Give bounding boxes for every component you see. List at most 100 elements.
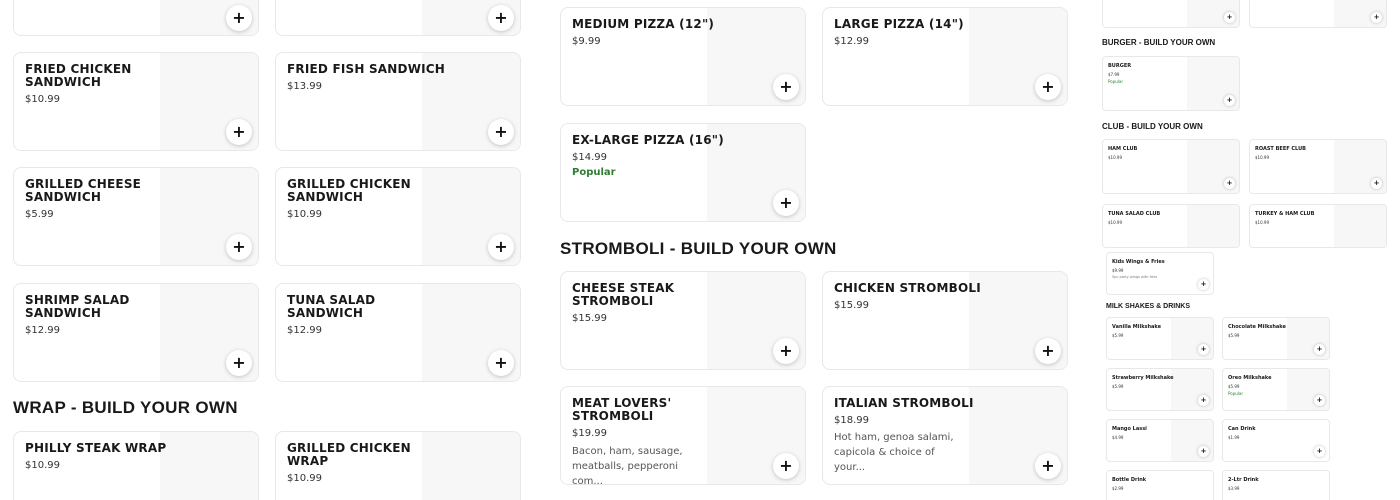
menu-card[interactable]: EX-LARGE PIZZA (16") $14.99 Popular + [560, 123, 806, 222]
menu-card[interactable]: Oreo Milkshake $5.99 Popular + [1222, 368, 1330, 411]
menu-card[interactable]: 2-Ltr Drink $3.99 [1222, 470, 1330, 500]
item-price: $15.99 [572, 313, 607, 324]
item-price: $12.99 [834, 36, 869, 47]
menu-card[interactable]: SHRIMP SALAD SANDWICH $12.99 + [13, 283, 259, 382]
add-item-button[interactable]: + [1198, 344, 1209, 355]
menu-card[interactable]: + [275, 0, 521, 36]
menu-card[interactable]: MEAT LOVERS' STROMBOLI $19.99 Bacon, ham… [560, 386, 806, 485]
item-price: $9.99 [572, 36, 601, 47]
item-price: $5.99 [1228, 333, 1240, 338]
menu-card[interactable]: GRILLED CHICKEN WRAP $10.99 [275, 431, 521, 500]
menu-card[interactable]: TUNA SALAD SANDWICH $12.99 + [275, 283, 521, 382]
menu-card[interactable]: GRILLED CHEESE SANDWICH $5.99 + [13, 167, 259, 266]
item-description: Hot ham, genoa salami, capicola & choice… [834, 432, 954, 473]
add-item-button[interactable]: + [1314, 395, 1325, 406]
menu-card[interactable]: BURGER $7.99 Popular + [1102, 56, 1240, 111]
add-item-button[interactable]: + [226, 5, 252, 31]
menu-card[interactable]: TUNA SALAD CLUB $10.99 [1102, 204, 1240, 248]
add-item-button[interactable]: + [1198, 395, 1209, 406]
section-heading-burger: BURGER - BUILD YOUR OWN [1102, 38, 1216, 47]
add-item-button[interactable]: + [773, 74, 799, 100]
add-item-button[interactable]: + [1035, 338, 1061, 364]
item-image [1187, 205, 1239, 247]
item-name: Chocolate Milkshake [1228, 324, 1286, 330]
item-price: $5.99 [1112, 333, 1124, 338]
menu-card[interactable]: Kids Wings & Fries $9.99 5pc party wings… [1106, 252, 1214, 295]
item-price: $1.99 [1228, 435, 1240, 440]
item-name: GRILLED CHICKEN WRAP [287, 441, 411, 468]
add-item-button[interactable]: + [1035, 74, 1061, 100]
add-item-button[interactable]: + [488, 350, 514, 376]
item-name: Mango Lassi [1112, 426, 1147, 432]
menu-card[interactable]: Bottle Drink $2.99 [1106, 470, 1214, 500]
item-name: TUNA SALAD CLUB [1108, 211, 1161, 217]
item-name: 2-Ltr Drink [1228, 477, 1259, 483]
section-heading-wrap: WRAP - BUILD YOUR OWN [13, 398, 238, 417]
menu-card[interactable]: GRILLED CHICKEN SANDWICH $10.99 + [275, 167, 521, 266]
item-name: Oreo Milkshake [1228, 375, 1272, 381]
add-item-button[interactable]: + [1314, 344, 1325, 355]
add-item-button[interactable]: + [488, 234, 514, 260]
menu-card[interactable]: FRIED FISH SANDWICH $13.99 + [275, 52, 521, 151]
item-price: $12.99 [25, 325, 60, 336]
menu-card[interactable]: ROAST BEEF CLUB $10.99 + [1249, 139, 1387, 194]
item-name: ROAST BEEF CLUB [1255, 146, 1306, 152]
item-name: Vanilla Milkshake [1112, 324, 1162, 330]
add-item-button[interactable]: + [1314, 446, 1325, 457]
menu-card[interactable]: Can Drink $1.99 + [1222, 419, 1330, 462]
menu-card[interactable]: Mango Lassi $4.99 + [1106, 419, 1214, 462]
menu-card[interactable]: FRIED CHICKEN SANDWICH $10.99 + [13, 52, 259, 151]
item-name: SHRIMP SALAD SANDWICH [25, 293, 130, 320]
menu-card[interactable]: + [13, 0, 259, 36]
add-item-button[interactable]: + [226, 234, 252, 260]
menu-card[interactable]: LARGE PIZZA (14") $12.99 + [822, 7, 1068, 106]
menu-card[interactable]: TURKEY & HAM CLUB $10.99 [1249, 204, 1387, 248]
item-name: TURKEY & HAM CLUB [1255, 211, 1315, 217]
menu-card[interactable]: ITALIAN STROMBOLI $18.99 Hot ham, genoa … [822, 386, 1068, 485]
menu-card[interactable]: CHEESE STEAK STROMBOLI $15.99 + [560, 271, 806, 370]
menu-card[interactable]: + [1102, 0, 1240, 28]
item-name: MEAT LOVERS' STROMBOLI [572, 396, 672, 423]
add-item-button[interactable]: + [226, 350, 252, 376]
item-price: $14.99 [572, 152, 607, 163]
add-item-button[interactable]: + [1224, 12, 1235, 23]
item-price: $19.99 [572, 428, 607, 439]
menu-card[interactable]: PHILLY STEAK WRAP $10.99 [13, 431, 259, 500]
item-name: CHEESE STEAK STROMBOLI [572, 281, 675, 308]
popular-badge: Popular [1108, 79, 1123, 84]
add-item-button[interactable]: + [226, 119, 252, 145]
item-price: $10.99 [25, 94, 60, 105]
add-item-button[interactable]: + [1224, 178, 1235, 189]
menu-card[interactable]: + [1249, 0, 1387, 28]
item-price: $7.99 [1108, 72, 1120, 77]
add-item-button[interactable]: + [1224, 95, 1235, 106]
item-price: $9.99 [1112, 268, 1124, 273]
item-price: $2.99 [1112, 486, 1124, 491]
item-name: FRIED CHICKEN SANDWICH [25, 62, 132, 89]
add-item-button[interactable]: + [488, 119, 514, 145]
menu-card[interactable]: CHICKEN STROMBOLI $15.99 + [822, 271, 1068, 370]
menu-card[interactable]: Vanilla Milkshake $5.99 + [1106, 317, 1214, 360]
item-name: HAM CLUB [1108, 146, 1138, 152]
add-item-button[interactable]: + [1198, 279, 1209, 290]
menu-card[interactable]: Strawberry Milkshake $5.99 + [1106, 368, 1214, 411]
add-item-button[interactable]: + [773, 190, 799, 216]
add-item-button[interactable]: + [1371, 178, 1382, 189]
add-item-button[interactable]: + [773, 338, 799, 364]
item-image [1334, 205, 1386, 247]
menu-card[interactable]: Chocolate Milkshake $5.99 + [1222, 317, 1330, 360]
popular-badge: Popular [1228, 391, 1243, 396]
menu-card[interactable]: HAM CLUB $10.99 + [1102, 139, 1240, 194]
add-item-button[interactable]: + [1035, 453, 1061, 479]
item-name: PHILLY STEAK WRAP [25, 441, 167, 455]
item-description: Bacon, ham, sausage, meatballs, pepperon… [572, 446, 683, 485]
item-price: $10.99 [1255, 220, 1269, 225]
popular-badge: Popular [572, 167, 616, 178]
add-item-button[interactable]: + [773, 453, 799, 479]
item-name: FRIED FISH SANDWICH [287, 62, 446, 76]
menu-card[interactable]: MEDIUM PIZZA (12") $9.99 + [560, 7, 806, 106]
item-name: MEDIUM PIZZA (12") [572, 17, 715, 31]
add-item-button[interactable]: + [1371, 12, 1382, 23]
add-item-button[interactable]: + [488, 5, 514, 31]
add-item-button[interactable]: + [1198, 446, 1209, 457]
